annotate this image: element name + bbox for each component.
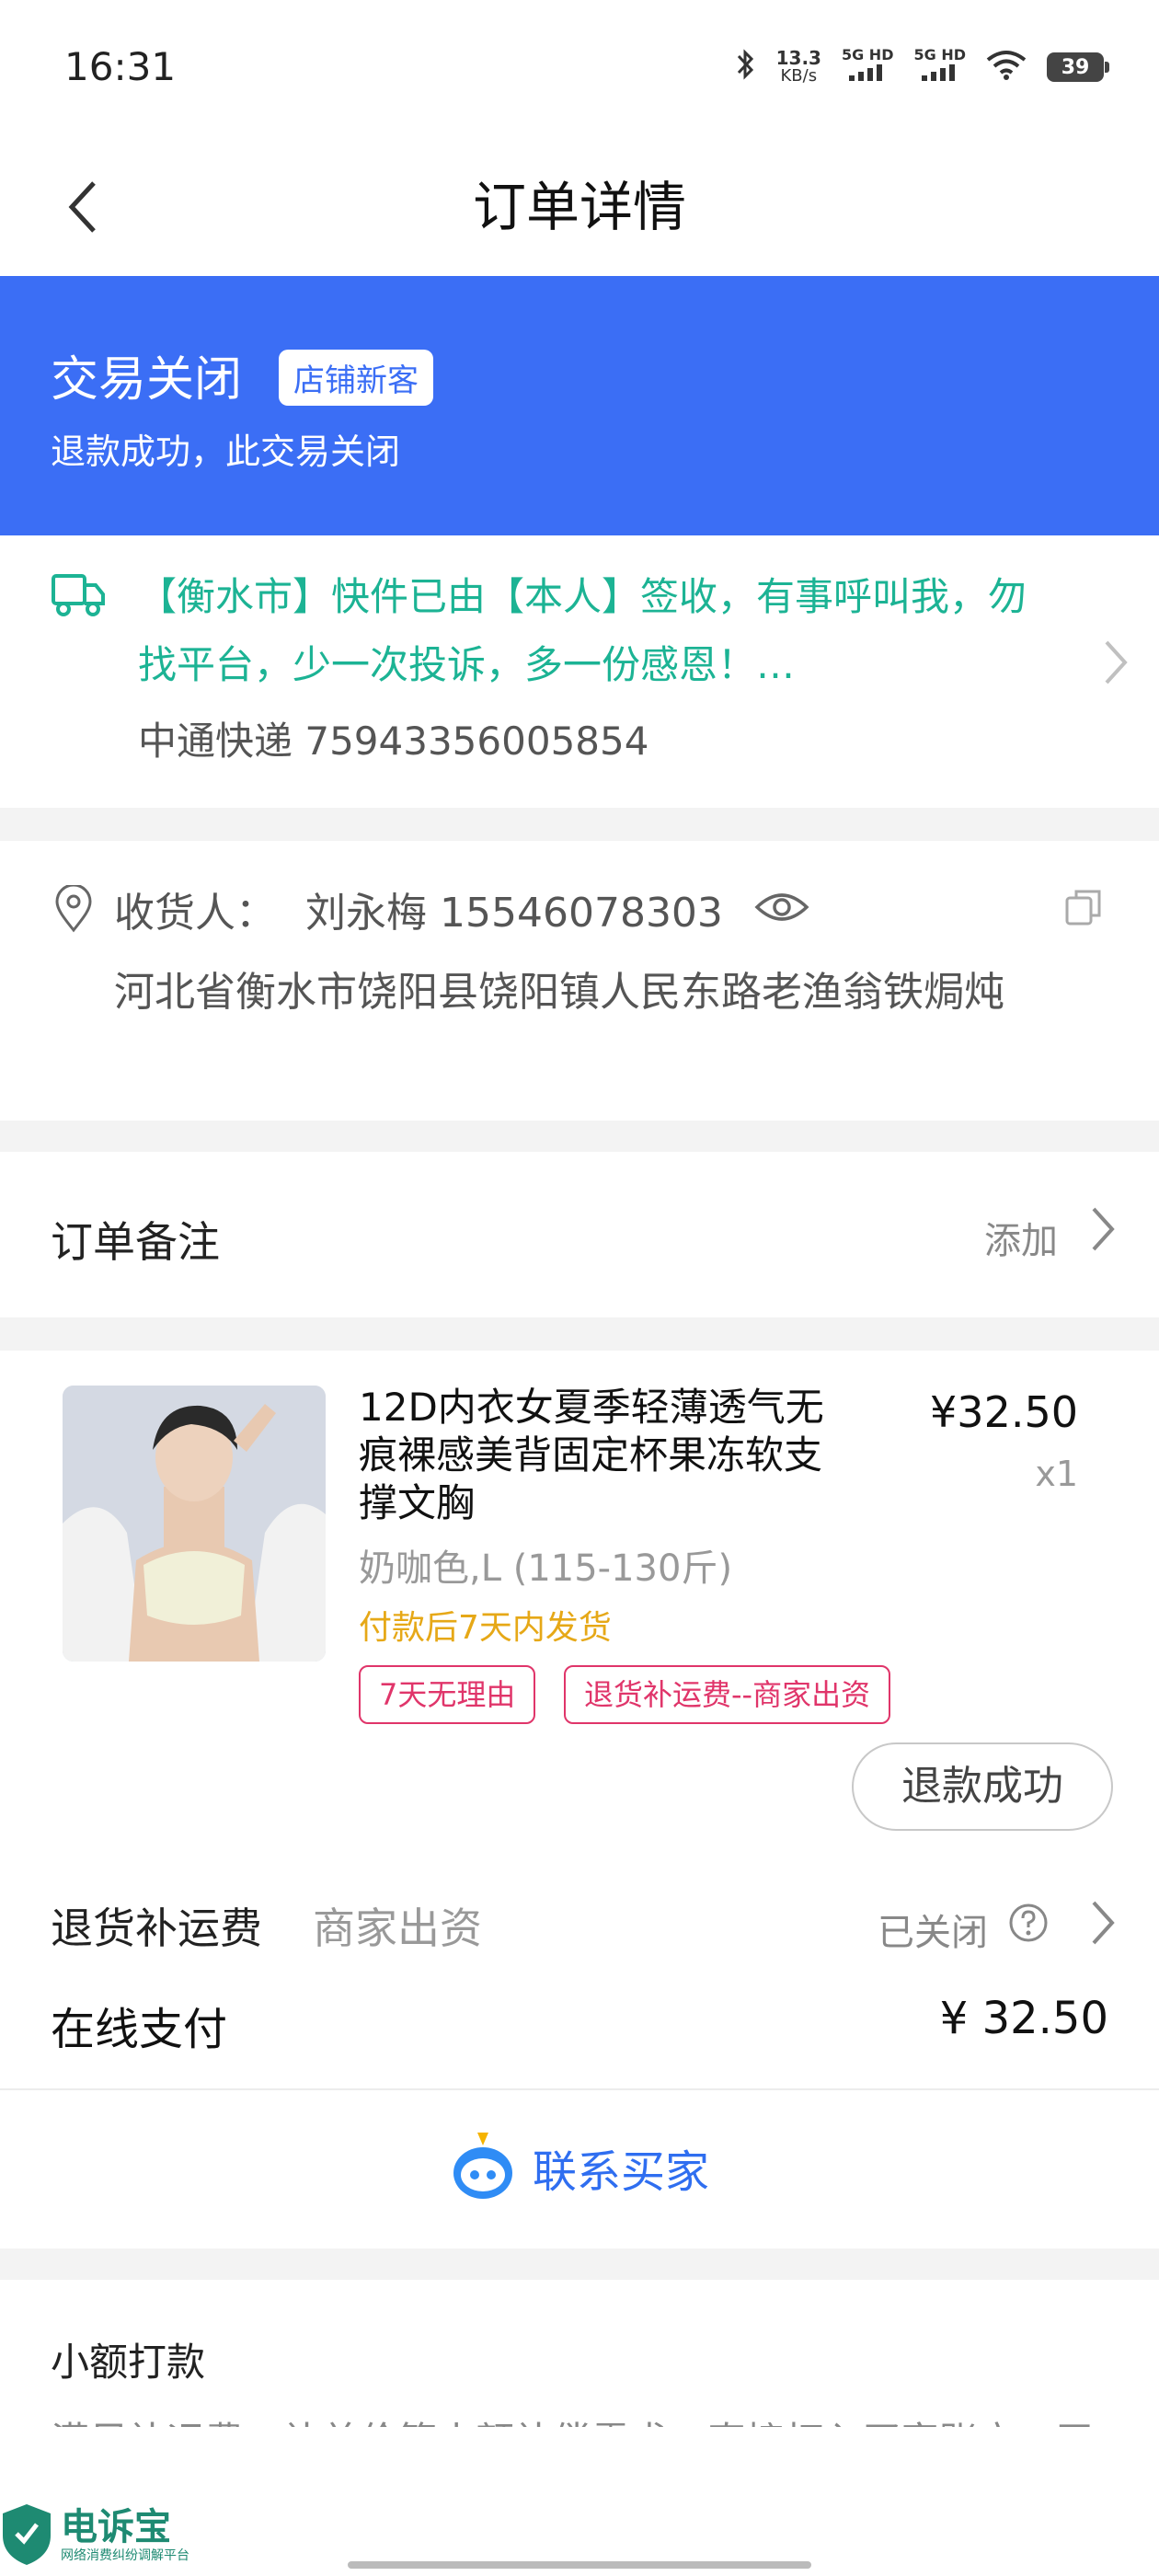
small-transfer-title: 小额打款 xyxy=(51,2340,206,2385)
chevron-right-icon[interactable] xyxy=(1089,1899,1117,1950)
return-fee-label: 退货补运费 xyxy=(51,1903,262,1953)
service-tag: 7天无理由 xyxy=(359,1665,536,1724)
product-sku: 奶咖色,L (115-130斤) xyxy=(359,1547,733,1590)
signal-icon xyxy=(921,64,955,81)
chevron-left-icon xyxy=(68,181,96,233)
product-card: 12D内衣女夏季轻薄透气无痕裸感美背固定杯果冻软支撑文胸 ¥32.50 x1 奶… xyxy=(0,1351,1159,2087)
service-tag: 退货补运费--商家出资 xyxy=(564,1665,891,1724)
help-icon[interactable] xyxy=(1008,1903,1049,1947)
small-transfer-desc: 满足补运费、补差价等小额补偿需求，直接打入买家账户，无 xyxy=(51,2410,1108,2427)
product-price: ¥32.50 xyxy=(930,1387,1078,1437)
signal-icon xyxy=(849,64,883,81)
divider xyxy=(0,808,1159,841)
small-transfer-desc-clip: 满足补运费、补差价等小额补偿需求，直接打入买家账户，无 xyxy=(51,2410,1108,2427)
watermark-text: 电诉宝 网络消费纠纷调解平台 xyxy=(61,2506,189,2563)
divider xyxy=(0,1121,1159,1152)
address-card: 收货人： 刘永梅 15546078303 河北省衡水市饶阳县饶阳镇人民东路老渔翁… xyxy=(0,841,1159,1121)
payment-amount: ¥ 32.50 xyxy=(939,1993,1108,2044)
return-fee-sub: 商家出资 xyxy=(313,1903,482,1953)
bluetooth-icon xyxy=(736,48,756,86)
status-bar: 16:31 13.3 KB/s 5G HD 5G HD 39 xyxy=(0,0,1159,138)
logistics-card[interactable]: 【衡水市】快件已由【本人】签收，有事呼叫我，勿找平台，少一次投诉，多一份感恩！…… xyxy=(0,535,1159,808)
battery-icon: 39 xyxy=(1047,52,1109,82)
status-icons: 13.3 KB/s 5G HD 5G HD 39 xyxy=(736,47,1109,86)
logistics-message: 【衡水市】快件已由【本人】签收，有事呼叫我，勿找平台，少一次投诉，多一份感恩！… xyxy=(138,574,1027,687)
chevron-right-icon[interactable] xyxy=(1089,1205,1117,1257)
product-image[interactable] xyxy=(63,1386,326,1662)
payment-method: 在线支付 xyxy=(51,2004,228,2055)
chevron-right-icon[interactable] xyxy=(1102,638,1130,690)
location-pin-icon xyxy=(53,883,94,937)
home-indicator[interactable] xyxy=(348,2561,811,2569)
contact-buyer-button[interactable]: 联系买家 xyxy=(0,2131,1159,2204)
receiver-name-phone: 刘永梅 15546078303 xyxy=(305,890,723,937)
order-status-banner: 交易关闭 店铺新客 退款成功，此交易关闭 xyxy=(0,276,1159,535)
net-speed: 13.3 KB/s xyxy=(775,47,821,86)
divider xyxy=(0,2248,1159,2280)
contact-buyer-label: 联系买家 xyxy=(532,2146,709,2198)
order-remark-label: 订单备注 xyxy=(51,1217,220,1267)
watermark: 电诉宝 网络消费纠纷调解平台 xyxy=(0,2502,189,2570)
contact-buyer-row[interactable]: 联系买家 xyxy=(0,2088,1159,2248)
product-title[interactable]: 12D内衣女夏季轻薄透气无痕裸感美背固定杯果冻软支撑文胸 xyxy=(359,1384,855,1527)
wifi-icon xyxy=(986,49,1027,86)
page-header: 订单详情 xyxy=(0,138,1159,276)
chat-bot-icon xyxy=(450,2131,516,2204)
page-title: 订单详情 xyxy=(472,176,686,238)
receiver-label: 收货人： xyxy=(114,890,276,937)
order-status-subtitle: 退款成功，此交易关闭 xyxy=(51,431,401,472)
product-quantity: x1 xyxy=(1035,1454,1078,1494)
status-time: 16:31 xyxy=(64,44,177,89)
truck-icon xyxy=(51,570,106,626)
back-button[interactable] xyxy=(46,166,120,248)
new-customer-badge: 店铺新客 xyxy=(279,350,433,406)
address-detail: 河北省衡水市饶阳县饶阳镇人民东路老渔翁铁焗炖 xyxy=(114,969,1004,1016)
order-status-title: 交易关闭 xyxy=(51,352,243,408)
refund-success-button[interactable]: 退款成功 xyxy=(852,1742,1113,1831)
copy-icon[interactable] xyxy=(1063,887,1104,931)
tracking-number: 中通快递 75943356005854 xyxy=(138,719,649,764)
shipping-promise: 付款后7天内发货 xyxy=(359,1609,612,1647)
order-remark-row[interactable]: 订单备注 添加 xyxy=(0,1152,1159,1317)
return-fee-status: 已关闭 xyxy=(878,1912,988,1954)
add-remark-button[interactable]: 添加 xyxy=(984,1211,1058,1264)
eye-icon[interactable] xyxy=(754,889,809,929)
shield-icon xyxy=(0,2502,53,2570)
signal-sim2: 5G HD xyxy=(913,48,966,86)
divider xyxy=(0,1317,1159,1351)
signal-sim1: 5G HD xyxy=(842,48,893,86)
